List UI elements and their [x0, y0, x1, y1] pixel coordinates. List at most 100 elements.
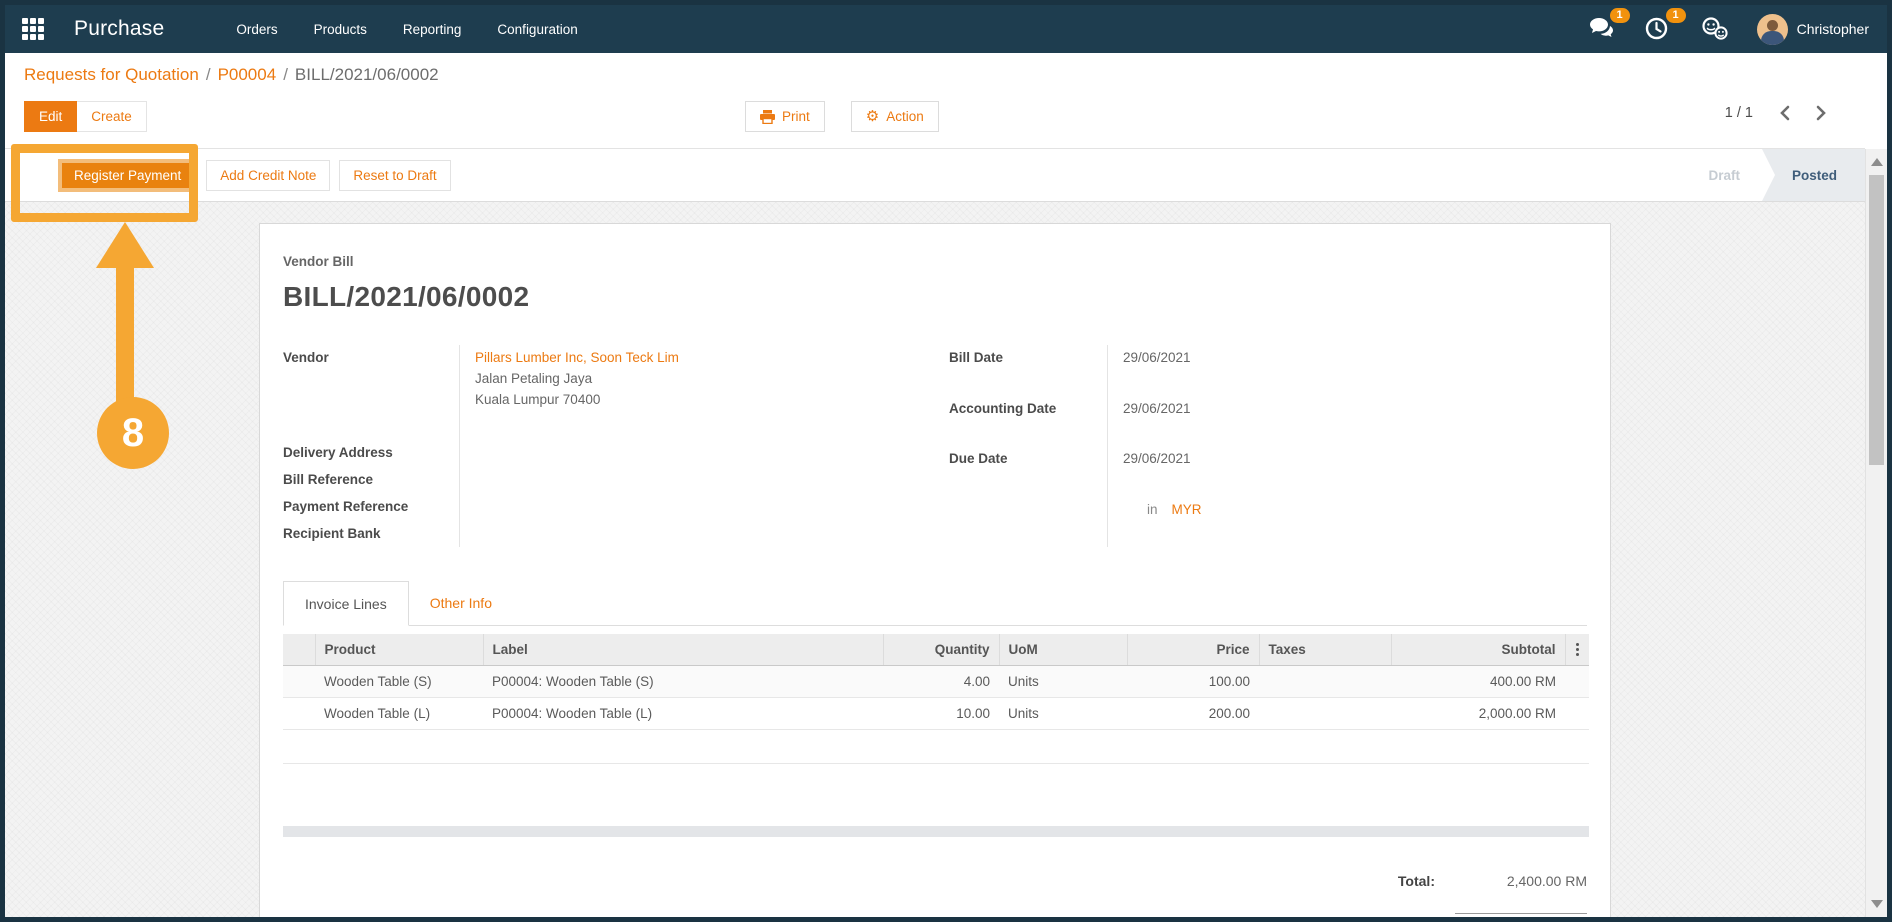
empty-table-row — [283, 730, 1589, 764]
vendor-address-line2: Kuala Lumpur 70400 — [475, 392, 600, 407]
vendor-bill-sheet: Vendor Bill BILL/2021/06/0002 Vendor Pil… — [259, 223, 1611, 922]
document-number: BILL/2021/06/0002 — [283, 281, 1587, 313]
menu-configuration[interactable]: Configuration — [497, 16, 577, 43]
cell-subtotal[interactable]: 2,000.00 RM — [1391, 698, 1565, 730]
cell-label[interactable]: P00004: Wooden Table (S) — [483, 666, 883, 698]
cell-subtotal[interactable]: 400.00 RM — [1391, 666, 1565, 698]
payment-reference-label: Payment Reference — [283, 494, 459, 521]
totals-section: Total: 2,400.00 RM Amount Due: 2,400.00 … — [283, 873, 1587, 922]
subtotal-column-header[interactable]: Subtotal — [1391, 634, 1565, 666]
uom-column-header[interactable]: UoM — [999, 634, 1127, 666]
user-avatar — [1757, 14, 1788, 45]
user-name: Christopher — [1797, 21, 1869, 37]
action-button[interactable]: ⚙ Action — [851, 101, 939, 132]
app-window: Purchase Orders Products Reporting Confi… — [0, 0, 1892, 922]
document-type-label: Vendor Bill — [283, 254, 1587, 269]
bill-date-label: Bill Date — [949, 345, 1107, 396]
invoice-lines-table: Product Label Quantity UoM Price Taxes S… — [283, 634, 1589, 764]
table-header-row: Product Label Quantity UoM Price Taxes S… — [283, 634, 1589, 666]
cell-product[interactable]: Wooden Table (L) — [315, 698, 483, 730]
statusbar: Register Payment Add Credit Note Reset t… — [5, 148, 1865, 202]
scroll-down-icon[interactable] — [1871, 900, 1883, 908]
systray: 1 1 Christopher — [1589, 14, 1869, 45]
status-draft[interactable]: Draft — [1680, 149, 1762, 201]
horizontal-scrollbar[interactable] — [283, 826, 1589, 837]
form-view-background: Vendor Bill BILL/2021/06/0002 Vendor Pil… — [5, 202, 1865, 917]
price-column-header[interactable]: Price — [1127, 634, 1259, 666]
cell-quantity[interactable]: 10.00 — [883, 698, 999, 730]
product-column-header[interactable]: Product — [315, 634, 483, 666]
breadcrumb-po-link[interactable]: P00004 — [218, 65, 277, 84]
field-groups: Vendor Pillars Lumber Inc, Soon Teck Lim… — [283, 345, 1587, 547]
vertical-scrollbar[interactable] — [1865, 149, 1887, 917]
payment-reference-value — [459, 494, 921, 521]
cell-product[interactable]: Wooden Table (S) — [315, 666, 483, 698]
breadcrumb-separator: / — [283, 65, 288, 84]
total-row: Total: 2,400.00 RM — [283, 873, 1587, 889]
scrollbar-thumb[interactable] — [1869, 175, 1884, 465]
cell-taxes[interactable] — [1259, 666, 1391, 698]
breadcrumb-rfq-link[interactable]: Requests for Quotation — [24, 65, 199, 84]
column-options-icon[interactable] — [1575, 643, 1581, 656]
right-field-group: Bill Date 29/06/2021 Accounting Date 29/… — [949, 345, 1587, 547]
row-handle[interactable] — [283, 666, 315, 698]
activities-icon[interactable]: 1 — [1645, 17, 1671, 41]
print-button[interactable]: Print — [745, 101, 825, 132]
edit-button[interactable]: Edit — [24, 101, 77, 132]
top-navbar: Purchase Orders Products Reporting Confi… — [5, 5, 1887, 53]
emoji-status-icon[interactable] — [1701, 17, 1727, 41]
row-handle[interactable] — [283, 698, 315, 730]
register-payment-button[interactable]: Register Payment — [58, 159, 197, 192]
quantity-column-header[interactable]: Quantity — [883, 634, 999, 666]
tab-invoice-lines[interactable]: Invoice Lines — [283, 581, 409, 626]
add-credit-note-button[interactable]: Add Credit Note — [206, 160, 330, 191]
printer-icon — [760, 110, 775, 124]
cell-label[interactable]: P00004: Wooden Table (L) — [483, 698, 883, 730]
cell-price[interactable]: 200.00 — [1127, 698, 1259, 730]
total-label: Total: — [1398, 873, 1435, 889]
status-posted[interactable]: Posted — [1762, 149, 1865, 201]
messages-badge: 1 — [1610, 8, 1630, 23]
cell-uom[interactable]: Units — [999, 666, 1127, 698]
amount-due-row: Amount Due: 2,400.00 RM — [283, 913, 1587, 922]
user-menu[interactable]: Christopher — [1757, 14, 1869, 45]
tab-other-info[interactable]: Other Info — [409, 581, 513, 625]
table-row[interactable]: Wooden Table (L) P00004: Wooden Table (L… — [283, 698, 1589, 730]
menu-products[interactable]: Products — [314, 16, 367, 43]
label-column-header[interactable]: Label — [483, 634, 883, 666]
table-row[interactable]: Wooden Table (S) P00004: Wooden Table (S… — [283, 666, 1589, 698]
pager-value: 1 / 1 — [1725, 105, 1753, 121]
taxes-column-header[interactable]: Taxes — [1259, 634, 1391, 666]
cell-price[interactable]: 100.00 — [1127, 666, 1259, 698]
notebook-tabs: Invoice Lines Other Info — [283, 581, 1587, 626]
create-button[interactable]: Create — [77, 101, 147, 132]
cell-uom[interactable]: Units — [999, 698, 1127, 730]
recipient-bank-value — [459, 521, 921, 548]
status-widget: Draft Posted — [1680, 149, 1865, 201]
menu-reporting[interactable]: Reporting — [403, 16, 462, 43]
apps-grid-icon[interactable] — [22, 18, 44, 40]
handle-column-header — [283, 634, 315, 666]
currency-link[interactable]: MYR — [1172, 502, 1202, 517]
optional-columns-header[interactable] — [1565, 634, 1589, 666]
pager-previous-icon[interactable] — [1779, 105, 1790, 121]
cell-taxes[interactable] — [1259, 698, 1391, 730]
total-value: 2,400.00 RM — [1435, 873, 1587, 889]
vendor-link[interactable]: Pillars Lumber Inc, Soon Teck Lim — [475, 350, 679, 365]
scroll-up-icon[interactable] — [1871, 158, 1883, 166]
accounting-date-label: Accounting Date — [949, 396, 1107, 447]
breadcrumb: Requests for Quotation/P00004/BILL/2021/… — [24, 65, 439, 85]
app-name[interactable]: Purchase — [74, 17, 164, 41]
recipient-bank-label: Recipient Bank — [283, 521, 459, 548]
menu-orders[interactable]: Orders — [236, 16, 277, 43]
delivery-address-label: Delivery Address — [283, 440, 459, 467]
messages-icon[interactable]: 1 — [1589, 17, 1615, 41]
cell-quantity[interactable]: 4.00 — [883, 666, 999, 698]
gear-icon: ⚙ — [866, 109, 879, 124]
accounting-date-value: 29/06/2021 — [1107, 396, 1587, 447]
pager-next-icon[interactable] — [1816, 105, 1827, 121]
breadcrumb-current: BILL/2021/06/0002 — [295, 65, 439, 84]
top-menu: Orders Products Reporting Configuration — [236, 16, 577, 43]
due-date-label: Due Date — [949, 446, 1107, 497]
reset-to-draft-button[interactable]: Reset to Draft — [339, 160, 450, 191]
